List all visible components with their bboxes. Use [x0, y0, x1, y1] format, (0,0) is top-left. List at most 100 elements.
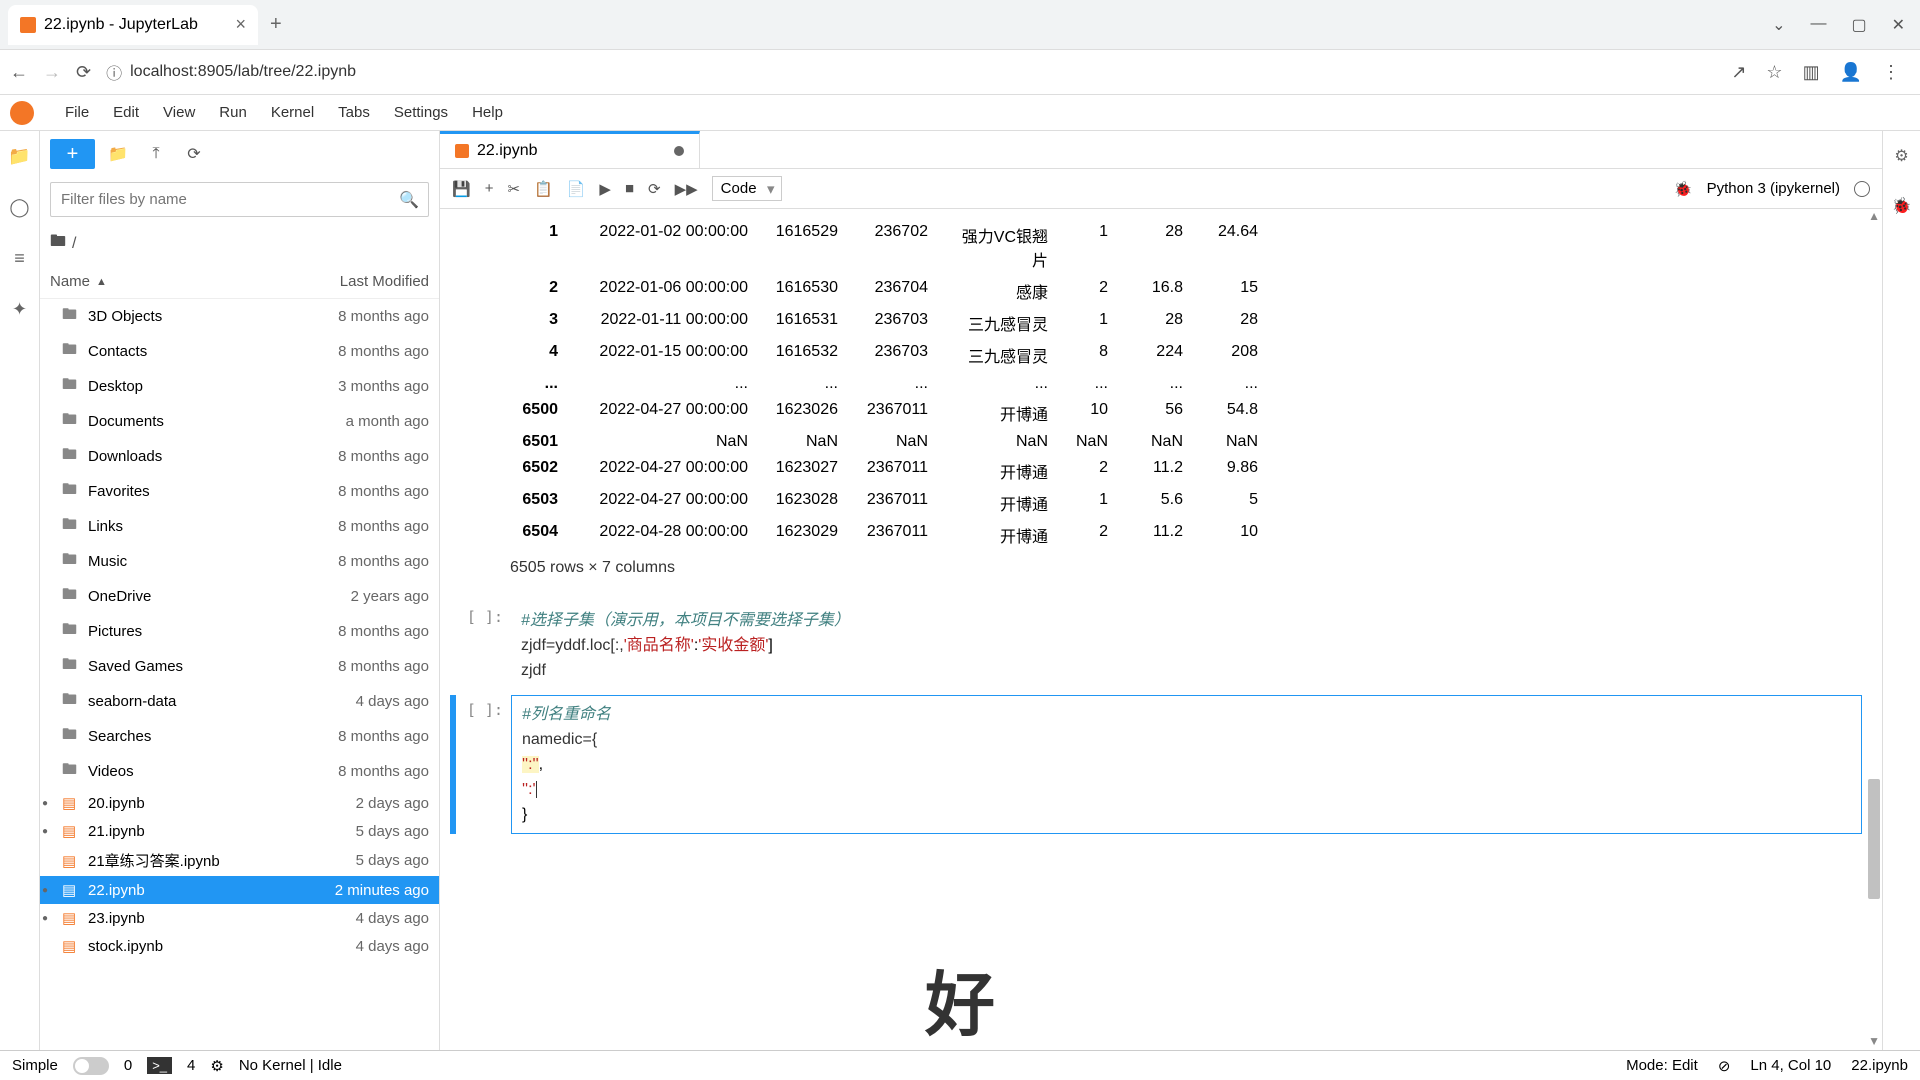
file-item[interactable]: ●▤23.ipynb4 days ago: [40, 904, 439, 932]
copy-icon[interactable]: 📋: [534, 180, 553, 198]
running-icon[interactable]: ◯: [9, 197, 29, 218]
menu-file[interactable]: File: [53, 100, 101, 125]
scrollbar-thumb[interactable]: [1868, 779, 1880, 899]
table-row: 22022-01-06 00:00:001616530236704感康216.8…: [510, 275, 1862, 307]
cell-prompt: [ ]:: [456, 695, 511, 834]
kernel-status-icon: [1854, 181, 1870, 197]
profile-icon[interactable]: 👤: [1840, 62, 1862, 83]
reload-button[interactable]: ⟳: [76, 62, 91, 83]
folder-icon: 🖿: [62, 689, 78, 714]
file-item[interactable]: 🖿3D Objects8 months ago: [40, 299, 439, 334]
url-input[interactable]: ⓘ localhost:8905/lab/tree/22.ipynb: [106, 60, 1716, 84]
folder-icon: 🖿: [62, 304, 78, 329]
gear-icon[interactable]: ⚙: [1894, 146, 1908, 166]
new-tab-button[interactable]: +: [270, 13, 282, 36]
edit-mode: Mode: Edit: [1626, 1057, 1698, 1074]
file-item[interactable]: 🖿Desktop3 months ago: [40, 369, 439, 404]
menu-icon[interactable]: ⋮: [1882, 62, 1900, 83]
search-icon: 🔍: [399, 190, 419, 210]
upload-icon[interactable]: ⤒: [141, 145, 171, 163]
file-item[interactable]: 🖿seaborn-data4 days ago: [40, 684, 439, 719]
file-item[interactable]: 🖿Searches8 months ago: [40, 719, 439, 754]
kernel-name[interactable]: Python 3 (ipykernel): [1707, 180, 1840, 197]
modified-column-header[interactable]: Last Modified: [279, 273, 429, 290]
simple-toggle[interactable]: [73, 1057, 109, 1075]
folder-icon: 🖿: [62, 374, 78, 399]
add-cell-icon[interactable]: +: [485, 180, 494, 197]
run-icon[interactable]: ▶: [599, 180, 611, 198]
restart-icon[interactable]: ⟳: [648, 180, 661, 198]
breadcrumb[interactable]: 🖿 /: [40, 222, 439, 265]
file-item[interactable]: 🖿Videos8 months ago: [40, 754, 439, 789]
menu-kernel[interactable]: Kernel: [259, 100, 326, 125]
stop-icon[interactable]: ■: [625, 180, 634, 197]
folder-icon: 🖿: [62, 409, 78, 434]
table-row: ........................: [510, 371, 1862, 397]
run-all-icon[interactable]: ▶▶: [675, 180, 698, 198]
code-editor[interactable]: #列名重命名 namedic={ '':'', '':' }: [511, 695, 1862, 834]
folder-icon: 🖿: [62, 549, 78, 574]
folder-icon: 🖿: [50, 230, 66, 257]
close-window-icon[interactable]: ✕: [1892, 15, 1905, 35]
menubar: FileEditViewRunKernelTabsSettingsHelp: [0, 95, 1920, 130]
refresh-icon[interactable]: ⟳: [179, 144, 209, 164]
share-icon[interactable]: ↗: [1731, 62, 1746, 83]
status-filename: 22.ipynb: [1851, 1057, 1908, 1074]
maximize-icon[interactable]: ▢: [1851, 15, 1866, 35]
scroll-up-icon[interactable]: ▲: [1868, 209, 1880, 223]
file-item[interactable]: 🖿Links8 months ago: [40, 509, 439, 544]
folder-icon[interactable]: 📁: [8, 146, 30, 167]
menu-help[interactable]: Help: [460, 100, 515, 125]
code-cell[interactable]: [ ]: #选择子集（演示用，本项目不需要选择子集） zjdf=yddf.loc…: [450, 602, 1862, 689]
terminal-count: 0: [124, 1057, 132, 1074]
cut-icon[interactable]: ✂: [507, 180, 520, 198]
back-button[interactable]: ←: [10, 62, 28, 83]
new-launcher-button[interactable]: +: [50, 139, 95, 169]
menu-edit[interactable]: Edit: [101, 100, 151, 125]
toc-icon[interactable]: ≡: [14, 248, 25, 269]
notebook-icon: ▤: [62, 937, 78, 955]
menu-view[interactable]: View: [151, 100, 207, 125]
notebook-body[interactable]: ▲ 12022-01-02 00:00:001616529236702强力VC银…: [440, 209, 1882, 1050]
menu-run[interactable]: Run: [207, 100, 259, 125]
cell-type-select[interactable]: Code: [712, 176, 782, 201]
file-item[interactable]: 🖿Music8 months ago: [40, 544, 439, 579]
forward-button[interactable]: →: [43, 62, 61, 83]
file-item[interactable]: ●▤20.ipynb2 days ago: [40, 789, 439, 817]
minimize-icon[interactable]: —: [1810, 15, 1826, 35]
gear-icon[interactable]: ⚙: [210, 1057, 223, 1075]
file-item[interactable]: 🖿Downloads8 months ago: [40, 439, 439, 474]
file-item[interactable]: ●▤21.ipynb5 days ago: [40, 817, 439, 845]
file-item[interactable]: ▤21章练习答案.ipynb5 days ago: [40, 845, 439, 876]
file-item[interactable]: 🖿OneDrive2 years ago: [40, 579, 439, 614]
new-folder-icon[interactable]: 📁: [103, 144, 133, 164]
file-item[interactable]: ●▤22.ipynb2 minutes ago: [40, 876, 439, 904]
sidepanel-icon[interactable]: ▥: [1803, 62, 1820, 83]
name-column-header[interactable]: Name ▲: [50, 273, 279, 290]
debug-icon[interactable]: 🐞: [1674, 180, 1693, 198]
notebook-tab[interactable]: 22.ipynb: [440, 131, 700, 168]
scroll-down-icon[interactable]: ▼: [1868, 1034, 1880, 1048]
debug-panel-icon[interactable]: 🐞: [1892, 196, 1912, 216]
file-item[interactable]: 🖿Documentsa month ago: [40, 404, 439, 439]
paste-icon[interactable]: 📄: [567, 180, 586, 198]
save-icon[interactable]: 💾: [452, 180, 471, 198]
table-summary: 6505 rows × 7 columns: [510, 559, 1862, 577]
file-item[interactable]: 🖿Contacts8 months ago: [40, 334, 439, 369]
chevron-down-icon[interactable]: ⌄: [1772, 15, 1785, 35]
filter-input[interactable]: [50, 182, 429, 217]
bookmark-icon[interactable]: ☆: [1766, 62, 1782, 83]
menu-settings[interactable]: Settings: [382, 100, 460, 125]
extensions-icon[interactable]: ✦: [12, 299, 27, 320]
tab-title: 22.ipynb - JupyterLab: [44, 16, 198, 34]
file-item[interactable]: ▤stock.ipynb4 days ago: [40, 932, 439, 960]
code-cell-active[interactable]: [ ]: #列名重命名 namedic={ '':'', '':' }: [450, 695, 1862, 834]
close-tab-icon[interactable]: ×: [235, 14, 246, 35]
menu-tabs[interactable]: Tabs: [326, 100, 382, 125]
folder-icon: 🖿: [62, 619, 78, 644]
file-item[interactable]: 🖿Favorites8 months ago: [40, 474, 439, 509]
file-item[interactable]: 🖿Pictures8 months ago: [40, 614, 439, 649]
notebook-icon: [455, 144, 469, 158]
browser-tab[interactable]: 22.ipynb - JupyterLab ×: [8, 5, 258, 45]
file-item[interactable]: 🖿Saved Games8 months ago: [40, 649, 439, 684]
